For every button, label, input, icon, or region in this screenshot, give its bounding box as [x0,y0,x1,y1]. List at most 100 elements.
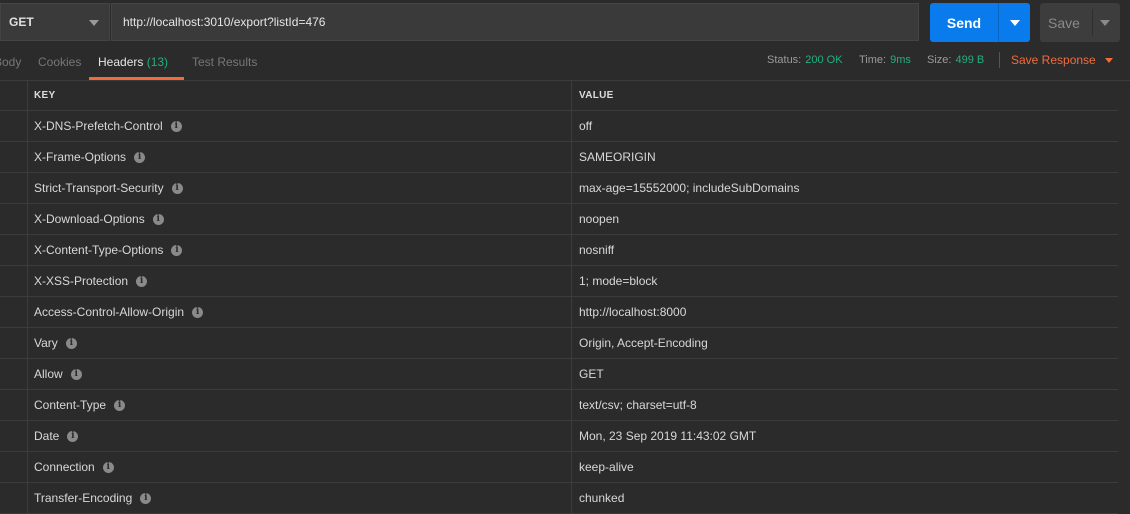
save-response-button[interactable]: Save Response [1011,53,1096,67]
header-value: keep-alive [579,460,634,474]
request-bar: GET http://localhost:3010/export?listId=… [0,0,1130,48]
active-tab-indicator [89,77,184,80]
headers-table: KEY VALUE X-DNS-Prefetch-Control i off X-Fr… [0,81,1118,514]
header-key-cell: Strict-Transport-Security i [28,173,572,203]
table-row: X-Download-Options i noopen [0,204,1118,235]
table-row: Access-Control-Allow-Origin i http://local… [0,297,1118,328]
send-options-chevron-icon[interactable] [1010,20,1020,26]
table-gutter [0,266,28,296]
info-icon[interactable]: i [67,430,79,442]
save-divider [1092,9,1093,36]
save-options-chevron-icon[interactable] [1100,20,1110,26]
method-select[interactable]: GET [0,3,110,41]
table-gutter [0,452,28,482]
table-row: Strict-Transport-Security i max-age=155520… [0,173,1118,204]
time-value: 9ms [890,54,911,66]
table-row: Vary i Origin, Accept-Encoding [0,328,1118,359]
status-value: 200 OK [805,54,843,66]
header-value: nosniff [579,243,615,257]
size-label: Size: [927,54,952,66]
info-icon[interactable]: i [114,399,126,411]
table-gutter [0,111,28,141]
header-key: Access-Control-Allow-Origin [34,305,185,319]
send-divider [998,3,999,42]
header-key: X-Content-Type-Options [34,243,164,257]
table-gutter [0,390,28,420]
table-gutter [0,328,28,358]
info-icon[interactable]: i [171,244,183,256]
tab-body[interactable]: Body [0,55,21,69]
header-value: off [579,119,593,133]
send-button[interactable]: Send [930,3,1030,42]
send-label: Send [946,14,982,31]
header-value-cell: chunked [573,483,1118,513]
header-key: X-DNS-Prefetch-Control [34,119,163,133]
header-value-cell: 1; mode=block [573,266,1118,296]
header-value-cell: GET [573,359,1118,389]
info-icon[interactable]: i [70,368,82,380]
table-gutter [0,235,28,265]
chevron-down-icon [89,20,99,26]
header-key: Connection [34,460,95,474]
header-value: max-age=15552000; includeSubDomains [579,181,800,195]
url-input[interactable]: http://localhost:3010/export?listId=476 [111,3,919,41]
header-key: Strict-Transport-Security [34,181,164,195]
response-tabs: Body Cookies Headers (13) Test Results S… [0,48,1130,81]
header-key-cell: X-Content-Type-Options i [28,235,572,265]
save-response-chevron-icon[interactable] [1105,58,1113,63]
header-key-cell: Date i [28,421,572,451]
table-row: X-DNS-Prefetch-Control i off [0,111,1118,142]
info-icon[interactable]: i [102,461,114,473]
status-readout: Status: 200 OK [767,54,843,66]
info-icon[interactable]: i [140,492,152,504]
table-row: X-Content-Type-Options i nosniff [0,235,1118,266]
tab-headers[interactable]: Headers (13) [98,55,168,69]
header-value: SAMEORIGIN [579,150,656,164]
header-key-cell: Content-Type i [28,390,572,420]
header-key: X-Frame-Options [34,150,127,164]
header-value: 1; mode=block [579,274,658,288]
header-key: X-Download-Options [34,212,145,226]
tab-test-results[interactable]: Test Results [192,55,257,69]
table-gutter [0,483,28,513]
status-divider [999,52,1000,68]
header-value-cell: nosniff [573,235,1118,265]
table-gutter [0,421,28,451]
table-row: Date i Mon, 23 Sep 2019 11:43:02 GMT [0,421,1118,452]
table-row: Content-Type i text/csv; charset=utf-8 [0,390,1118,421]
header-key-cell: Allow i [28,359,572,389]
info-icon[interactable]: i [170,120,182,132]
info-icon[interactable]: i [65,337,77,349]
tab-headers-count: (13) [146,55,169,69]
info-icon[interactable]: i [134,151,146,163]
save-button[interactable]: Save [1040,3,1120,42]
url-value: http://localhost:3010/export?listId=476 [123,15,326,29]
save-label: Save [1048,14,1080,31]
value-column-header: VALUE [579,90,614,101]
header-key-cell: X-Frame-Options i [28,142,572,172]
header-key-cell: X-DNS-Prefetch-Control i [28,111,572,141]
header-key: Allow [34,367,63,381]
tab-headers-label: Headers [98,55,144,69]
header-value: Origin, Accept-Encoding [579,336,708,350]
info-icon[interactable]: i [152,213,164,225]
header-key-cell: X-Download-Options i [28,204,572,234]
table-gutter [0,359,28,389]
table-gutter [0,173,28,203]
table-row: X-Frame-Options i SAMEORIGIN [0,142,1118,173]
key-column-header: KEY [28,81,572,110]
header-key-cell: Transfer-Encoding i [28,483,572,513]
header-value-cell: keep-alive [573,452,1118,482]
info-icon[interactable]: i [171,182,183,194]
info-icon[interactable]: i [136,275,148,287]
header-value: text/csv; charset=utf-8 [579,398,697,412]
header-key: X-XSS-Protection [34,274,129,288]
header-value-cell: Origin, Accept-Encoding [573,328,1118,358]
scrollbar[interactable] [1120,81,1130,504]
table-gutter [0,204,28,234]
time-readout: Time: 9ms [859,54,911,66]
tab-cookies[interactable]: Cookies [38,55,81,69]
table-gutter [0,81,28,110]
header-key: Vary [34,336,58,350]
info-icon[interactable]: i [192,306,204,318]
